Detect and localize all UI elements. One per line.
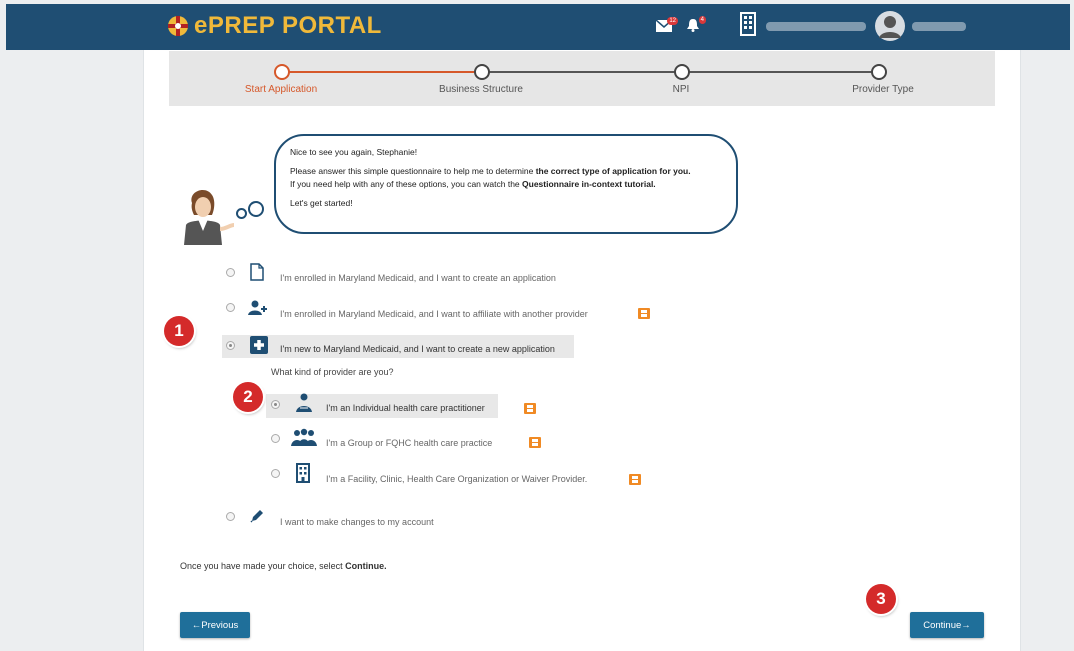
assistant-speech-bubble: Nice to see you again, Stephanie! Please… [274, 134, 738, 234]
mail-icon[interactable]: 12 [655, 17, 678, 32]
step-label-provider-type[interactable]: Provider Type [852, 84, 914, 95]
start-text: Let's get started! [290, 198, 353, 208]
radio-new-create[interactable] [226, 341, 235, 350]
user-avatar-icon[interactable] [874, 10, 906, 42]
portal-title: ePREP PORTAL [194, 12, 382, 39]
maryland-flag-icon [168, 16, 188, 36]
video-tutorial-icon[interactable] [629, 474, 641, 485]
video-tutorial-icon[interactable] [638, 308, 650, 319]
option-enrolled-create-label[interactable]: I'm enrolled in Maryland Medicaid, and I… [280, 273, 556, 283]
step-marker-3: 3 [866, 584, 896, 614]
top-header: ePREP PORTAL 12 4 [6, 4, 1070, 50]
provider-question: What kind of provider are you? [271, 367, 394, 377]
step-marker-2: 2 [233, 382, 263, 412]
option-facility-label[interactable]: I'm a Facility, Clinic, Health Care Orga… [326, 474, 587, 484]
step-circle-npi[interactable] [674, 64, 690, 80]
user-name-redacted [912, 22, 966, 31]
step-circle-business[interactable] [474, 64, 490, 80]
alert-badge: 4 [698, 16, 706, 24]
greeting-text: Nice to see you again, Stephanie! [290, 147, 418, 157]
option-make-changes-label[interactable]: I want to make changes to my account [280, 517, 434, 527]
radio-group[interactable] [271, 434, 280, 443]
step-label-npi[interactable]: NPI [673, 84, 690, 95]
radio-enrolled-affiliate[interactable] [226, 303, 235, 312]
radio-make-changes[interactable] [226, 512, 235, 521]
radio-facility[interactable] [271, 469, 280, 478]
video-tutorial-icon[interactable] [524, 403, 536, 414]
step-label-business[interactable]: Business Structure [439, 84, 523, 95]
group-practice-icon [291, 428, 317, 446]
option-individual-label[interactable]: I'm an Individual health care practition… [326, 403, 485, 413]
bell-icon[interactable]: 4 [686, 16, 706, 32]
option-group-label[interactable]: I'm a Group or FQHC health care practice [326, 438, 492, 448]
building-icon[interactable] [740, 12, 756, 36]
step-marker-1: 1 [164, 316, 194, 346]
medical-plus-icon [250, 336, 268, 354]
application-stepper: Start Application Business Structure NPI… [169, 51, 995, 106]
portal-logo[interactable]: ePREP PORTAL [166, 12, 382, 40]
continue-button[interactable]: Continue→ [910, 612, 984, 638]
instructions-line-1: Please answer this simple questionnaire … [290, 166, 691, 176]
thought-dot-small [236, 208, 247, 219]
organization-name-redacted [766, 22, 866, 31]
mail-badge: 12 [667, 17, 678, 25]
step-label-start[interactable]: Start Application [245, 84, 317, 95]
radio-enrolled-create[interactable] [226, 268, 235, 277]
instructions-line-2: If you need help with any of these optio… [290, 179, 656, 189]
radio-individual[interactable] [271, 400, 280, 409]
stepper-progress-line [281, 71, 481, 73]
previous-button[interactable]: ←Previous [180, 612, 250, 638]
instruction-footnote: Once you have made your choice, select C… [180, 561, 387, 571]
user-add-icon [248, 300, 267, 315]
video-tutorial-icon[interactable] [529, 437, 541, 448]
step-circle-provider-type[interactable] [871, 64, 887, 80]
facility-building-icon [296, 463, 310, 483]
step-circle-start[interactable] [274, 64, 290, 80]
document-icon [250, 263, 264, 281]
individual-practitioner-icon [296, 393, 312, 412]
option-enrolled-affiliate-label[interactable]: I'm enrolled in Maryland Medicaid, and I… [280, 309, 588, 319]
thought-dot-large [248, 201, 264, 217]
tutorial-link[interactable]: Questionnaire in-context tutorial. [522, 179, 656, 189]
assistant-avatar [184, 189, 235, 245]
option-new-create-label[interactable]: I'm new to Maryland Medicaid, and I want… [280, 344, 555, 354]
pencil-icon [250, 510, 263, 523]
